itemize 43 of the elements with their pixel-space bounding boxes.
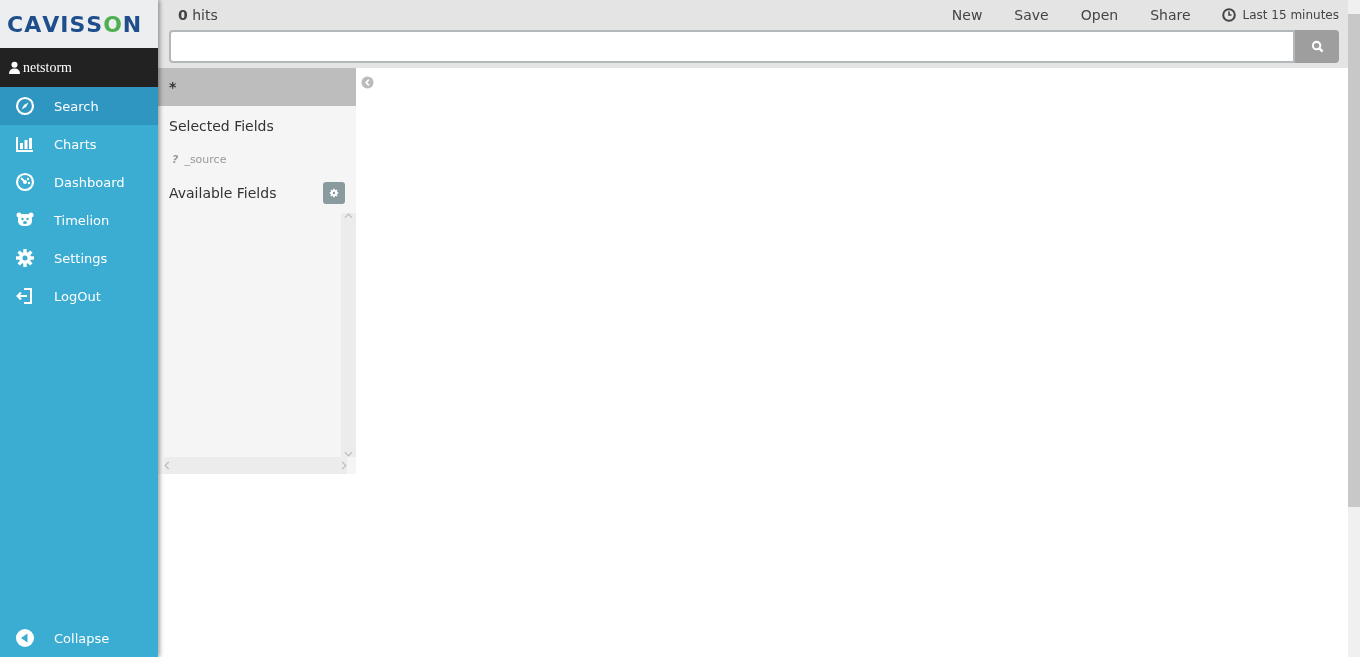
field-name: _source: [184, 153, 227, 166]
time-picker[interactable]: Last 15 minutes: [1221, 8, 1339, 22]
hit-count: 0 hits: [177, 7, 218, 23]
field-settings-button[interactable]: [323, 182, 345, 204]
left-chevron-icon: [164, 461, 170, 470]
page-scrollbar[interactable]: [1348, 0, 1360, 657]
search-icon: [1310, 40, 1324, 53]
collapse-chevron-icon[interactable]: [361, 76, 374, 89]
clock-icon: [1221, 8, 1236, 22]
user-icon: [9, 61, 20, 74]
section-heading: Available Fields: [169, 185, 277, 201]
gauge-icon: [15, 172, 35, 192]
logo: CAVISSON: [0, 0, 158, 48]
field-type: ?: [172, 153, 179, 166]
left-arrow-circle-icon: [15, 628, 35, 648]
nav-item[interactable]: Dashboard: [0, 163, 158, 201]
field-item[interactable]: ? _source: [158, 146, 356, 173]
vertical-scrollbar[interactable]: [341, 213, 356, 457]
toolbar-link[interactable]: Share: [1150, 7, 1191, 23]
horizontal-scrollbar[interactable]: [164, 457, 347, 474]
section-heading: Selected Fields: [168, 117, 275, 136]
nav-item[interactable]: Charts: [0, 125, 158, 163]
up-chevron-icon: [344, 213, 353, 219]
nav-item[interactable]: Timelion: [0, 201, 158, 239]
toolbar-link[interactable]: Open: [1080, 7, 1119, 23]
search-field[interactable]: [169, 30, 1295, 63]
nav-item[interactable]: LogOut: [0, 277, 158, 315]
toolbar-link[interactable]: Save: [1014, 7, 1049, 23]
compass-icon: [15, 96, 35, 116]
nav-item[interactable]: Search: [0, 87, 158, 125]
nav-item[interactable]: Settings: [0, 239, 158, 277]
settings-icon: [15, 248, 35, 268]
logout-icon: [15, 286, 35, 306]
bar-chart-icon: [15, 134, 35, 154]
settings-icon: [328, 187, 340, 199]
down-chevron-icon: [344, 451, 353, 457]
user-name: netstorm: [23, 59, 72, 76]
index-pattern[interactable]: *: [158, 68, 356, 106]
collapse-button[interactable]: Collapse: [0, 619, 158, 657]
scrollbar-thumb[interactable]: [1348, 14, 1360, 507]
search-button[interactable]: [1295, 30, 1339, 63]
toolbar-link[interactable]: New: [951, 7, 983, 23]
right-chevron-icon: [341, 461, 347, 470]
